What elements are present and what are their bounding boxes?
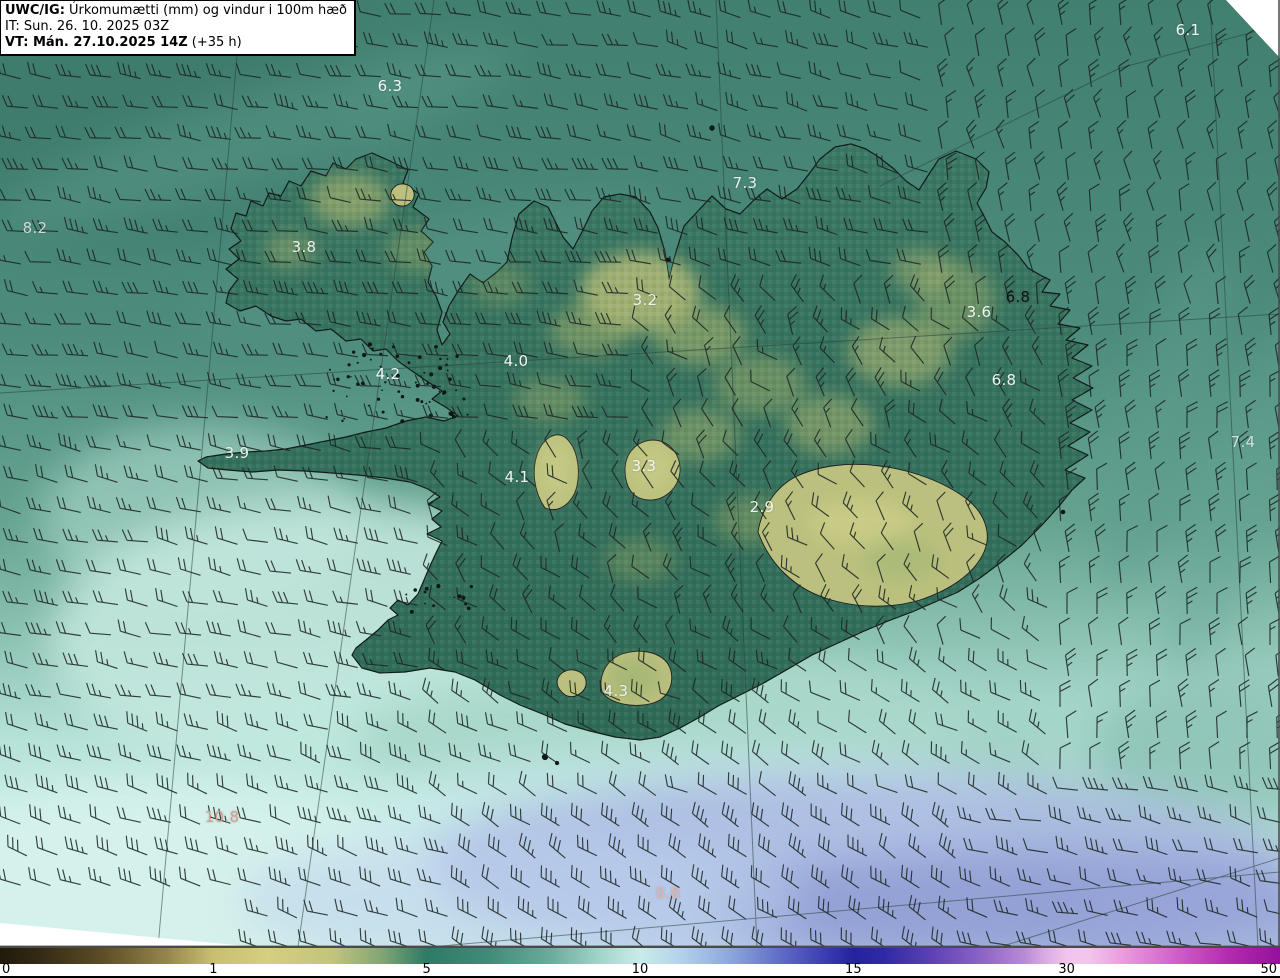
valid-time-line: VT: Mán. 27.10.2025 14Z (+35 h) <box>5 35 347 51</box>
weather-map <box>0 0 1280 947</box>
weather-map-app: 6.1 6.3 7.3 8.2 3.8 3.2 6.8 3.6 4.0 4.2 6.8 7.4 3.9 4… <box>0 0 1280 978</box>
colorbar-tick-label: 50 <box>1260 962 1277 977</box>
colorbar-tick-label: 30 <box>1058 962 1075 977</box>
glacier-drangajokull <box>390 183 415 207</box>
colorbar-tick-label: 5 <box>422 962 431 977</box>
colorbar-ticks: 0 1 5 10 15 30 50 <box>0 962 1280 977</box>
product-id: UWC/IG: <box>5 3 65 18</box>
product-description: Úrkomumætti (mm) og vindur i 100m hæð <box>64 3 347 18</box>
colorbar-tick-label: 1 <box>209 962 218 977</box>
colorbar: 0 1 5 10 15 30 50 <box>0 947 1280 978</box>
valid-time: VT: Mán. 27.10.2025 14Z <box>5 35 188 50</box>
lead-time: (+35 h) <box>187 35 242 50</box>
map-title-line: UWC/IG: Úrkomumætti (mm) og vindur i 100… <box>5 3 347 19</box>
map-title-box: UWC/IG: Úrkomumætti (mm) og vindur i 100… <box>0 0 356 56</box>
colorbar-tick-label: 0 <box>2 962 11 977</box>
colorbar-tick-label: 15 <box>845 962 862 977</box>
init-time-line: IT: Sun. 26. 10. 2025 03Z <box>5 19 170 34</box>
map-canvas: 6.1 6.3 7.3 8.2 3.8 3.2 6.8 3.6 4.0 4.2 6.8 7.4 3.9 4… <box>0 0 1280 947</box>
colorbar-tick-label: 10 <box>631 962 649 977</box>
